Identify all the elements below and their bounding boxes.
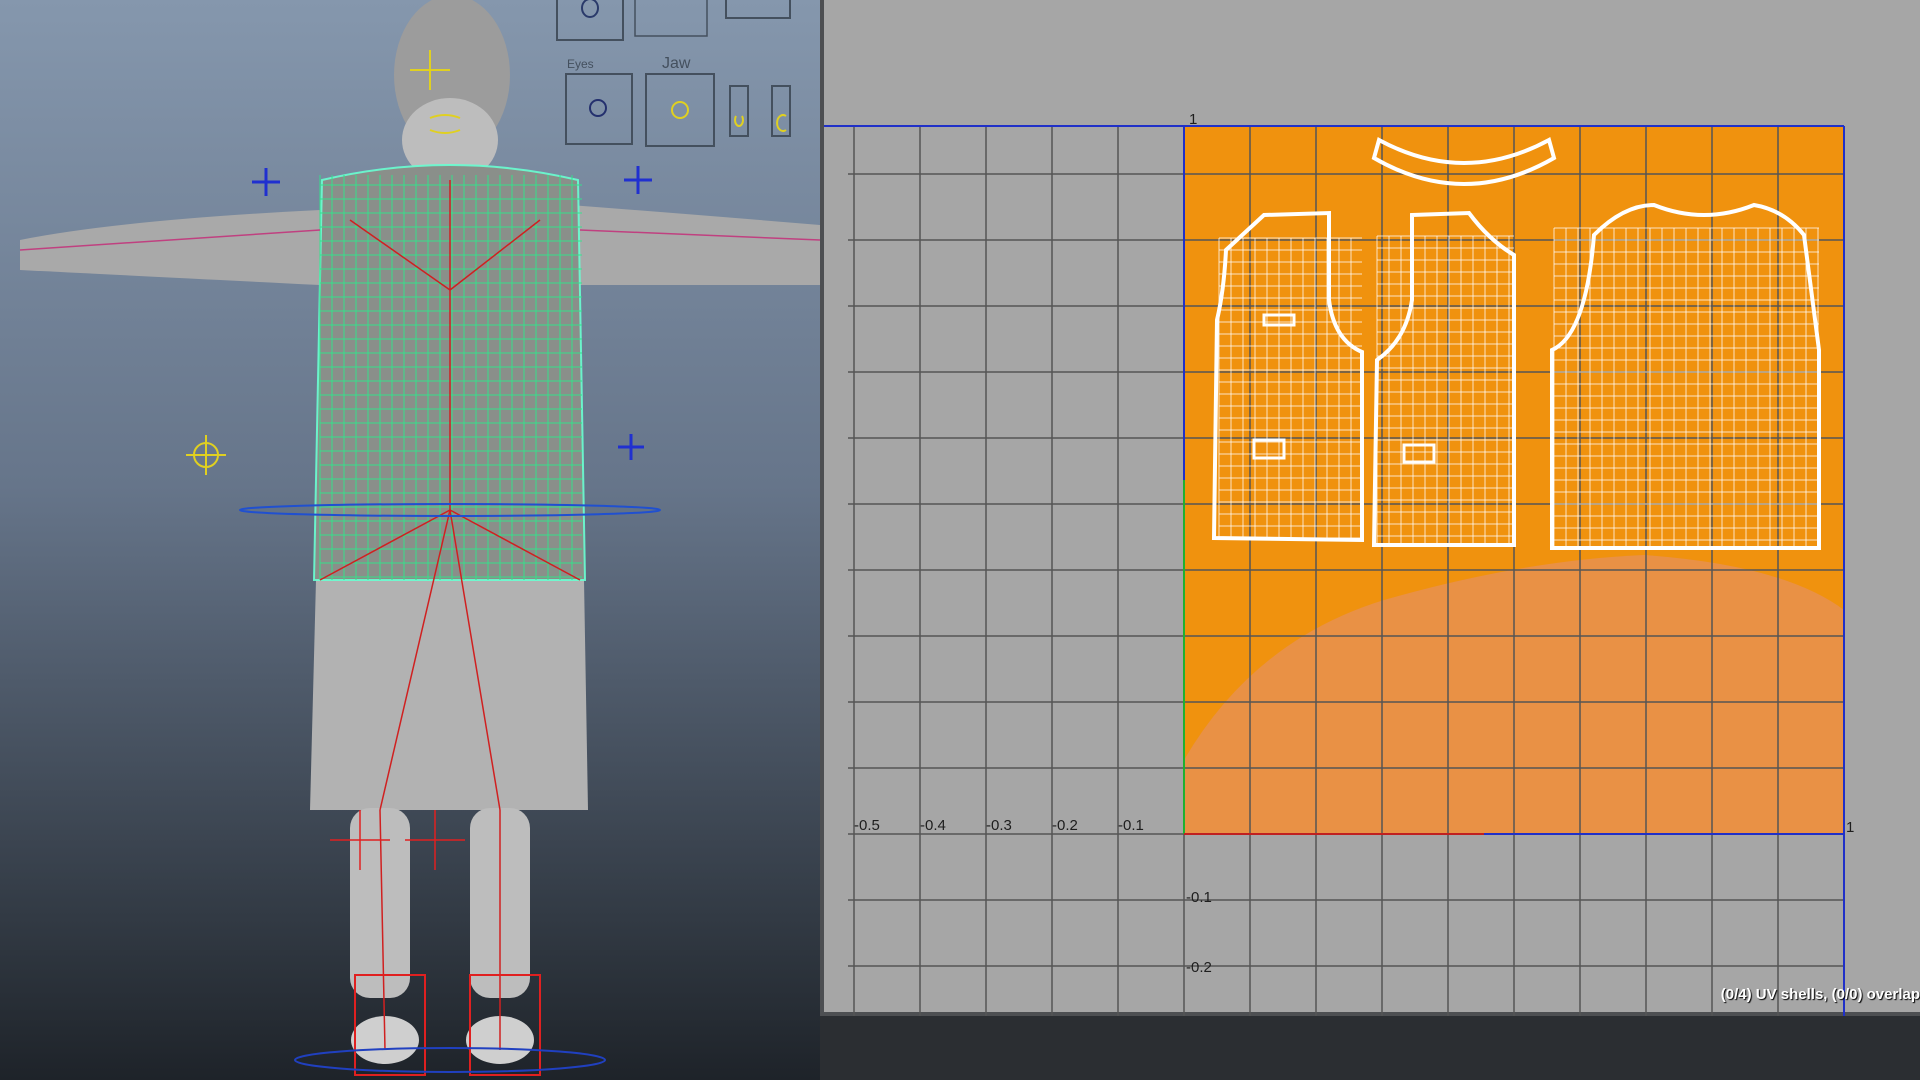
v-label-minus-0-1: -0.1	[1186, 889, 1212, 906]
viewport-scene[interactable]: Eyes Jaw	[0, 0, 820, 1080]
v-label-minus-0-2: -0.2	[1186, 959, 1212, 976]
uv-grid-canvas[interactable]: 1 1 -0.5 -0.4 -0.3 -0.2 -0.1 -0.1 -0.2	[824, 0, 1920, 1016]
svg-text:Eyes: Eyes	[567, 57, 594, 71]
picker-box-jaw[interactable]	[645, 73, 715, 147]
cog-control[interactable]	[186, 435, 226, 475]
u-label-minus-0-5: -0.5	[854, 817, 880, 834]
v-one-label: 1	[1189, 111, 1197, 128]
u-label-minus-0-2: -0.2	[1052, 817, 1078, 834]
u-label-minus-0-1: -0.1	[1118, 817, 1144, 834]
character-model[interactable]	[20, 0, 820, 1064]
uv-editor-footer	[820, 1016, 1920, 1080]
picker-box-lip-r[interactable]	[771, 85, 791, 137]
picker-box-lip-l[interactable]	[729, 85, 749, 137]
u-one-label: 1	[1846, 819, 1854, 836]
u-label-minus-0-3: -0.3	[986, 817, 1012, 834]
picker-box-right[interactable]	[725, 0, 791, 19]
picker-box-eyes[interactable]	[565, 73, 633, 145]
uv-shell-status: (0/4) UV shells, (0/0) overlap	[1720, 986, 1920, 1003]
foot-controls[interactable]	[294, 974, 606, 1076]
rig-picker-panel: Eyes Jaw	[556, 0, 791, 147]
uv-editor-panel[interactable]: 1 1 -0.5 -0.4 -0.3 -0.2 -0.1 -0.1 -0.2	[820, 0, 1920, 1016]
picker-box-head[interactable]	[556, 0, 624, 41]
u-label-minus-0-4: -0.4	[920, 817, 946, 834]
perspective-viewport[interactable]: Eyes Jaw	[0, 0, 820, 1080]
picker-jaw-label: Jaw	[662, 55, 691, 72]
